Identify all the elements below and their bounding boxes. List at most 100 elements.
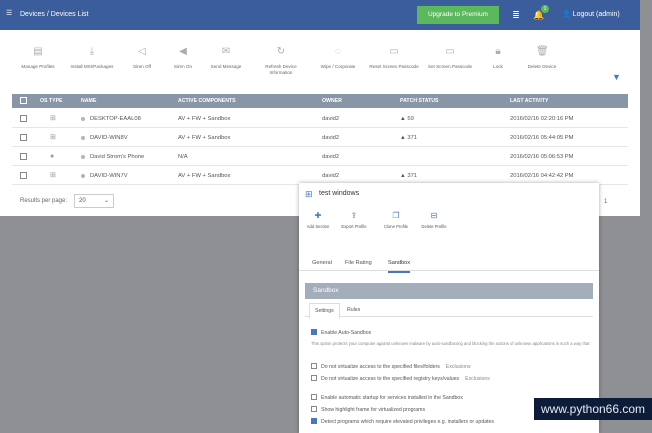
patch-count: 59 [407, 116, 414, 122]
sandbox-subtabs: Settings Rules [305, 303, 593, 319]
install-icon: ⤓ [89, 46, 95, 57]
logout-label: Logout (admin) [572, 11, 620, 18]
delete-icon: ⊟ [430, 211, 438, 220]
option-label: Enable Auto-Sandbox [321, 330, 372, 336]
enable-auto-sandbox-option[interactable]: Enable Auto-Sandbox [311, 329, 371, 337]
checkbox[interactable] [311, 406, 317, 412]
column-owner[interactable]: OWNER [322, 94, 342, 108]
patch-count: 371 [407, 135, 418, 141]
option-label: Show highlight frame for virtualized pro… [321, 407, 426, 413]
checkbox[interactable] [311, 394, 317, 400]
exclusions-link[interactable]: Exclusions [465, 376, 490, 382]
apple-icon: ● [50, 153, 55, 160]
detect-elevated-option[interactable]: Detect programs which require elevated p… [311, 418, 494, 426]
checkbox[interactable] [311, 375, 317, 381]
device-name[interactable]: David Strom's Phone [90, 148, 144, 166]
manage-profiles-button[interactable]: ▤ Manage Profiles [12, 44, 64, 90]
watermark: www.python66.com [534, 398, 652, 420]
wipe-button[interactable]: ◌ Wipe / Corporate [312, 44, 364, 90]
add-section-button[interactable]: ✚ Add Section [301, 211, 335, 229]
delete-device-button[interactable]: 🗑︎ Delete Device [516, 44, 568, 90]
breadcrumb: Devices / Devices List [20, 11, 89, 19]
export-icon: ⇪ [350, 211, 358, 220]
results-per-page-value: 20 [79, 198, 86, 204]
breadcrumb-devices[interactable]: Devices [20, 11, 45, 18]
last-activity: 2016/02/16 05:44:05 PM [510, 135, 574, 141]
lock-icon: 🔒︎ [495, 46, 501, 57]
active-components: AV + FW + Sandbox [178, 173, 231, 179]
filter-icon[interactable]: ▼ [612, 72, 622, 82]
notification-badge: 1 [541, 5, 549, 13]
row-checkbox[interactable] [20, 153, 27, 160]
column-os-type[interactable]: OS TYPE [40, 94, 63, 108]
clone-profile-button[interactable]: ❐ Clone Profile [379, 211, 413, 229]
device-toolbar: ▤ Manage Profiles ⤓ Install MSI/Packages ◁… [12, 44, 632, 90]
upgrade-button[interactable]: Upgrade to Premium [417, 6, 499, 24]
virtualize-registry-option[interactable]: Do not virtualize access to the specifie… [311, 375, 490, 383]
menu-icon[interactable]: ☰ [6, 10, 14, 18]
windows-icon: ⊞ [305, 189, 313, 199]
status-dot [81, 117, 85, 121]
export-profile-button[interactable]: ⇪ Export Profile [337, 211, 371, 229]
reset-passcode-button[interactable]: ▭ Reset Screen Passcode [368, 44, 420, 90]
patch-status[interactable]: ▲ 59 [400, 110, 414, 128]
set-passcode-button[interactable]: ▭ Set Screen Passcode [424, 44, 476, 90]
row-checkbox[interactable] [20, 115, 27, 122]
owner: david2 [322, 135, 340, 141]
table-row[interactable]: ⊞ DESKTOP-EAAL08 AV + FW + Sandbox david… [12, 110, 628, 128]
table-row[interactable]: ⊞ DAVID-WIN8V AV + FW + Sandbox david2 ▲… [12, 129, 628, 147]
device-name[interactable]: DAVID-WIN8V [90, 129, 128, 147]
row-checkbox[interactable] [20, 134, 27, 141]
patch-status[interactable]: ▲ 371 [400, 129, 417, 147]
column-active-components[interactable]: ACTIVE COMPONENTS [178, 94, 236, 108]
clone-icon: ❐ [392, 211, 400, 220]
windows-icon: ⊞ [50, 134, 56, 141]
message-icon: ✉ [221, 46, 231, 57]
active-components: N/A [178, 154, 188, 160]
tab-sandbox[interactable]: Sandbox [388, 255, 411, 273]
device-name[interactable]: DAVID-WIN7V [90, 167, 128, 185]
device-name[interactable]: DESKTOP-EAAL08 [90, 110, 141, 128]
refresh-icon: ↻ [276, 46, 286, 57]
list-icon[interactable]: ≣ [510, 9, 522, 21]
virtualize-files-option[interactable]: Do not virtualize access to the specifie… [311, 363, 471, 371]
subtab-settings[interactable]: Settings [309, 303, 340, 319]
status-dot [81, 155, 85, 159]
active-components: AV + FW + Sandbox [178, 135, 231, 141]
subtab-rules[interactable]: Rules [347, 303, 360, 317]
checkbox[interactable] [311, 329, 317, 335]
refresh-device-button[interactable]: ↻ Refresh Device Information [255, 44, 307, 90]
send-message-button[interactable]: ✉ Send Message [200, 44, 252, 90]
breadcrumb-separator: / [46, 11, 49, 18]
siren-on-icon: ◀ [179, 46, 187, 57]
page-number[interactable]: 1 [604, 198, 607, 206]
table-row[interactable]: ● David Strom's Phone N/A david2 2016/02… [12, 148, 628, 166]
results-per-page-select[interactable]: 20 ⌄ [74, 194, 114, 208]
tool-label: Delete Device [527, 64, 557, 69]
startup-services-option[interactable]: Enable automatic startup for services in… [311, 394, 463, 402]
select-all-checkbox[interactable] [20, 97, 27, 104]
owner: david2 [322, 154, 340, 160]
column-patch-status[interactable]: PATCH STATUS [400, 94, 439, 108]
wipe-icon: ◌ [335, 46, 341, 57]
option-label: Detect programs which require elevated p… [321, 419, 495, 425]
patch-count: 371 [407, 173, 418, 179]
tool-label: Reset Screen Passcode [369, 64, 419, 69]
checkbox[interactable] [311, 363, 317, 369]
chevron-down-icon: ⌄ [103, 198, 109, 204]
tab-general[interactable]: General [312, 255, 332, 271]
logout-button[interactable]: 👤 Logout (admin) [562, 11, 620, 19]
exclusions-link[interactable]: Exclusions [446, 364, 471, 370]
delete-profile-button[interactable]: ⊟ Delete Profile [417, 211, 451, 229]
row-checkbox[interactable] [20, 172, 27, 179]
tool-label: Send Message [210, 64, 242, 69]
tab-file-rating[interactable]: File Rating [345, 255, 372, 271]
install-msi-button[interactable]: ⤓ Install MSI/Packages [66, 44, 118, 90]
reset-passcode-icon: ▭ [389, 46, 399, 57]
column-name[interactable]: NAME [81, 94, 96, 108]
column-last-activity[interactable]: LAST ACTIVITY [510, 94, 548, 108]
add-icon: ✚ [314, 211, 322, 220]
highlight-frame-option[interactable]: Show highlight frame for virtualized pro… [311, 406, 425, 414]
checkbox[interactable] [311, 418, 317, 424]
option-label: Enable automatic startup for services in… [321, 395, 463, 401]
